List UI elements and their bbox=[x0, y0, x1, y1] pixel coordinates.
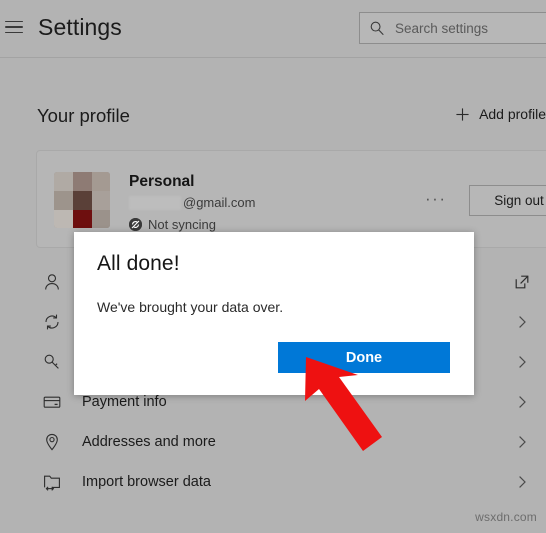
settings-page: Settings Search settings Your profile Ad… bbox=[0, 0, 546, 533]
plus-icon bbox=[456, 107, 469, 121]
done-button[interactable]: Done bbox=[278, 342, 450, 373]
chevron-right-icon bbox=[519, 316, 526, 328]
watermark: wsxdn.com bbox=[475, 510, 537, 524]
more-options-icon[interactable]: ··· bbox=[425, 190, 446, 207]
chevron-right-icon bbox=[519, 476, 526, 488]
avatar bbox=[54, 172, 110, 228]
chevron-right-icon bbox=[519, 396, 526, 408]
location-pin-icon bbox=[46, 433, 58, 451]
hamburger-icon[interactable] bbox=[5, 19, 25, 35]
settings-row-label: Payment info bbox=[82, 394, 167, 410]
sync-status: Not syncing bbox=[129, 217, 216, 232]
search-placeholder-text: Search settings bbox=[395, 20, 489, 36]
credit-card-icon bbox=[43, 396, 61, 408]
settings-row-addresses-and-more[interactable]: Addresses and more bbox=[0, 422, 546, 462]
search-icon bbox=[370, 21, 384, 35]
dialog-message: We've brought your data over. bbox=[97, 299, 284, 315]
settings-row-label: Import browser data bbox=[82, 474, 211, 490]
app-header: Settings Search settings bbox=[0, 0, 546, 58]
add-profile-label: Add profile bbox=[479, 106, 546, 122]
key-icon bbox=[44, 354, 59, 369]
profile-email-domain: @gmail.com bbox=[183, 195, 256, 210]
section-title-your-profile: Your profile bbox=[37, 105, 130, 126]
chevron-right-icon bbox=[519, 436, 526, 448]
sign-out-button[interactable]: Sign out bbox=[469, 185, 546, 216]
add-profile-button[interactable]: Add profile bbox=[455, 106, 546, 122]
dialog-title: All done! bbox=[97, 252, 180, 275]
settings-row-import-browser-data[interactable]: Import browser data bbox=[0, 462, 546, 502]
search-input[interactable]: Search settings bbox=[359, 12, 546, 44]
all-done-dialog: All done! We've brought your data over. … bbox=[74, 232, 474, 395]
chevron-right-icon bbox=[519, 356, 526, 368]
sync-blocked-icon bbox=[129, 218, 142, 231]
external-link-icon bbox=[515, 275, 529, 289]
page-title: Settings bbox=[38, 14, 122, 40]
profile-name: Personal bbox=[129, 173, 195, 190]
person-icon bbox=[45, 274, 59, 290]
sync-icon bbox=[45, 314, 59, 330]
profile-email: @gmail.com bbox=[129, 195, 255, 210]
settings-row-label: Addresses and more bbox=[82, 434, 216, 450]
redacted-email-prefix bbox=[129, 195, 181, 210]
import-folder-icon bbox=[44, 475, 60, 491]
sync-status-label: Not syncing bbox=[148, 217, 216, 232]
